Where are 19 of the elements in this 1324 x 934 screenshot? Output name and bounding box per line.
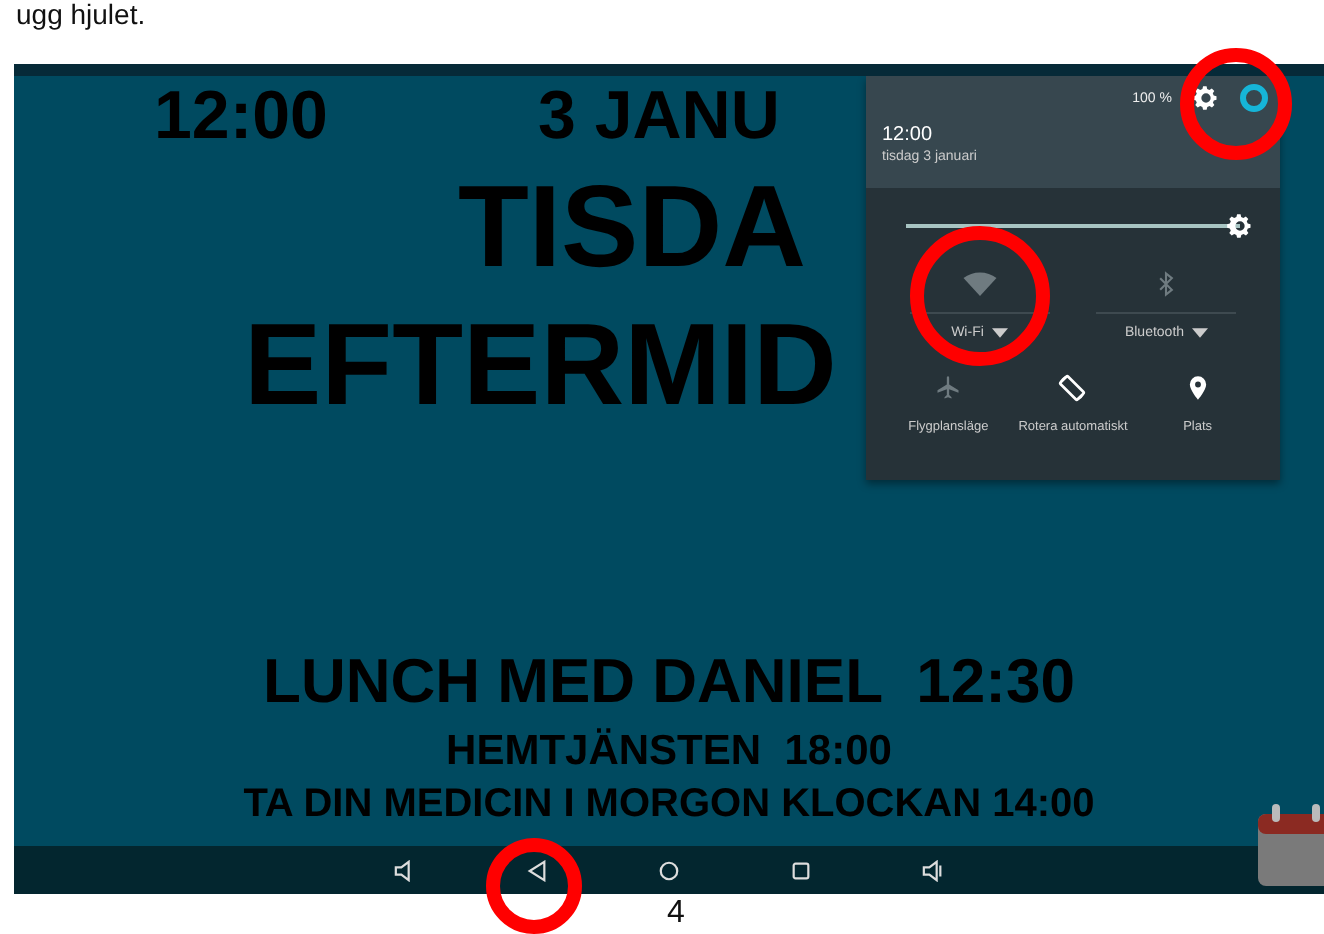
- page-number: 4: [665, 894, 687, 932]
- weekday-text: TISDA: [456, 160, 808, 296]
- event-text: TA DIN MEDICIN I MORGON KLOCKAN 14:00: [243, 780, 1095, 830]
- annotation-circle: [910, 226, 1050, 366]
- clock-text: 12:00: [154, 77, 328, 155]
- caret-icon: [991, 328, 1008, 338]
- annotation-circle: [1180, 48, 1292, 160]
- brightness-icon[interactable]: [1226, 212, 1254, 240]
- document-text: ugg hjulet.: [14, 0, 148, 34]
- brightness-slider[interactable]: [906, 210, 1256, 242]
- event-text: HEMTJÄNSTEN 18:00: [446, 726, 892, 778]
- event-text: LUNCH MED DANIEL 12:30: [263, 644, 1075, 720]
- daypart-text: EFTERMID: [242, 300, 839, 432]
- caret-icon: [1192, 328, 1209, 338]
- settings-icon[interactable]: [1192, 84, 1220, 112]
- date-text: 3 JANU: [537, 77, 780, 155]
- annotation-circle: [486, 838, 582, 934]
- time-text: 12:00: [882, 124, 935, 146]
- calendar-icon: [1256, 802, 1324, 890]
